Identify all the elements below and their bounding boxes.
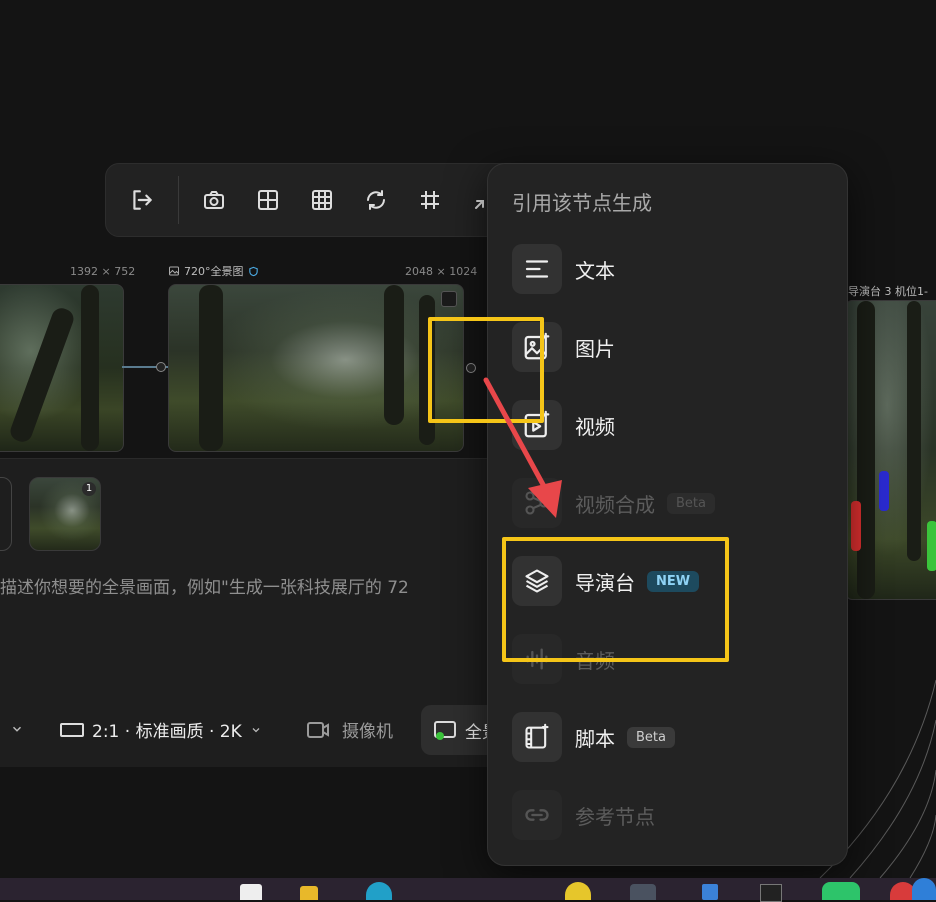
main-panorama-image[interactable]: [168, 284, 464, 452]
camera-icon[interactable]: [196, 182, 232, 218]
text-lines-icon: [512, 244, 562, 294]
image-icon: [169, 266, 179, 276]
menu-item-reference-node[interactable]: 参考节点: [512, 789, 832, 841]
grid-2x2-icon[interactable]: [250, 182, 286, 218]
thumbnail-partial[interactable]: [0, 477, 12, 551]
hash-grid-icon[interactable]: [412, 182, 448, 218]
taskbar-app-icon[interactable]: [366, 882, 392, 900]
right-node-title: 导演台 3 机位1-: [848, 285, 928, 298]
video-camera-icon: [307, 721, 329, 738]
chevron-down-icon[interactable]: [10, 721, 24, 740]
taskbar-app-icon[interactable]: [565, 882, 591, 900]
system-taskbar: [0, 878, 936, 902]
thumbnail-count-badge: 1: [82, 482, 96, 496]
menu-item-label: 图片: [575, 336, 615, 361]
film-script-icon: [512, 712, 562, 762]
camera-button[interactable]: 摄像机: [306, 717, 393, 742]
blue-figure: [879, 471, 889, 511]
green-figure: [927, 521, 936, 571]
left-forest-image[interactable]: [0, 284, 124, 452]
taskbar-app-icon[interactable]: [300, 886, 318, 900]
menu-title: 引用该节点生成: [512, 191, 652, 215]
menu-item-label: 参考节点: [575, 804, 655, 829]
menu-item-script[interactable]: 脚本 Beta: [512, 711, 832, 763]
reference-thumbnail[interactable]: 1: [29, 477, 101, 551]
link-icon: [512, 790, 562, 840]
menu-item-label: 脚本: [575, 726, 615, 751]
toolbar-divider: [178, 176, 179, 224]
taskbar-app-icon[interactable]: [822, 882, 860, 900]
taskbar-app-icon[interactable]: [630, 884, 656, 900]
director-scene-image[interactable]: [846, 300, 936, 600]
red-figure: [851, 501, 861, 551]
camera-label: 摄像机: [342, 722, 393, 742]
taskbar-app-icon[interactable]: [912, 878, 936, 900]
aspect-ratio-icon: [60, 722, 84, 737]
main-node-title: 720°全景图: [184, 265, 244, 278]
exit-icon[interactable]: [124, 182, 160, 218]
node-toolbar: [105, 163, 527, 237]
ratio-quality-label: 2:1 · 标准画质 · 2K: [92, 722, 242, 742]
generation-panel: 1 描述你想要的全景画面，例如"生成一张科技展厅的 72 2:1 · 标准画质 …: [0, 458, 531, 767]
panorama-icon: [434, 721, 456, 740]
beta-badge: Beta: [627, 726, 675, 748]
highlight-box-director: [502, 537, 729, 662]
refresh-icon[interactable]: [358, 182, 394, 218]
menu-item-label: 文本: [575, 258, 615, 283]
expand-icon[interactable]: [441, 291, 457, 307]
main-node-size: 2048 × 1024: [405, 265, 478, 278]
beta-badge: Beta: [667, 492, 715, 514]
main-node-header: 720°全景图: [168, 263, 259, 279]
node-size-label: 1392 × 752: [70, 265, 136, 278]
menu-item-text[interactable]: 文本: [512, 243, 832, 295]
verified-shield-icon: [248, 266, 258, 276]
taskbar-app-icon[interactable]: [702, 884, 718, 900]
taskbar-app-icon[interactable]: [240, 884, 262, 900]
grid-3x3-icon[interactable]: [304, 182, 340, 218]
taskbar-app-icon[interactable]: [760, 884, 782, 902]
prompt-input[interactable]: 描述你想要的全景画面，例如"生成一张科技展厅的 72: [0, 573, 500, 598]
chevron-down-icon: [252, 727, 260, 732]
ratio-quality-select[interactable]: 2:1 · 标准画质 · 2K: [60, 717, 262, 742]
red-arrow-annotation: [483, 377, 562, 518]
menu-item-image[interactable]: 图片: [512, 321, 832, 373]
connector-dot[interactable]: [156, 362, 166, 372]
